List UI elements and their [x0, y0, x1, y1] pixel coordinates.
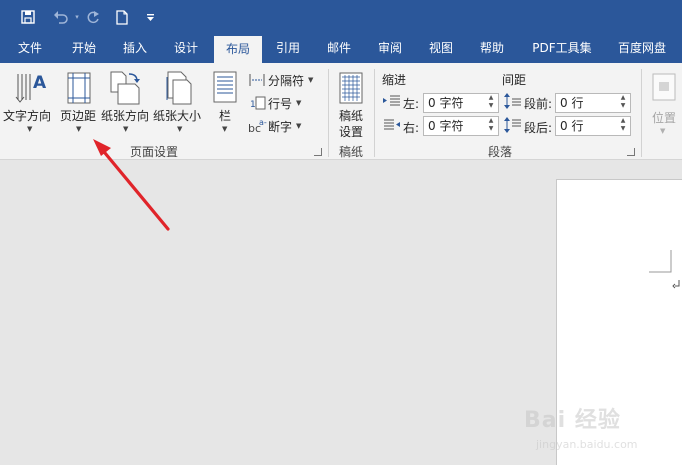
annotation-arrow-icon [93, 139, 170, 231]
watermark-url: jingyan.baidu.com [536, 438, 638, 451]
watermark: Bai 经验 jingyan.baidu.com [522, 398, 682, 462]
watermark-brand: Bai 经验 [524, 408, 621, 433]
